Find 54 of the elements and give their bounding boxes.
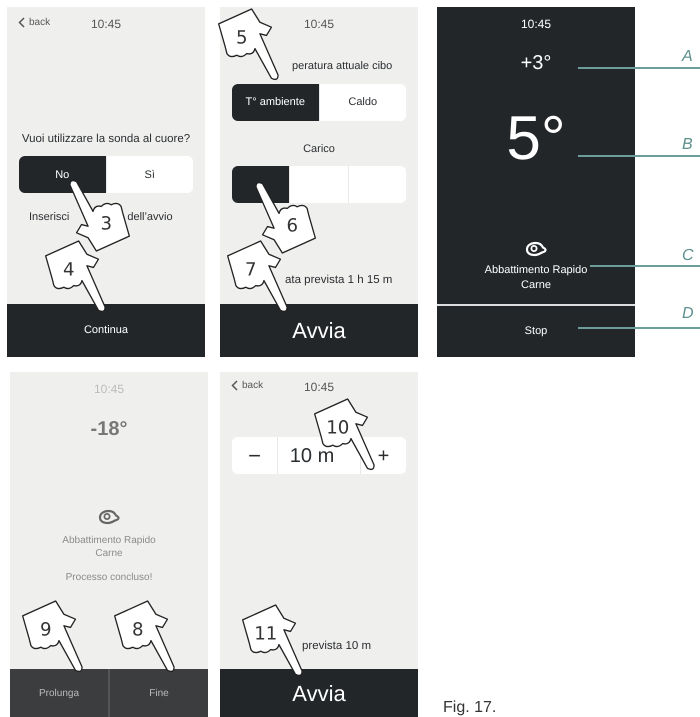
option-toggle[interactable]: No	[19, 156, 106, 194]
status-message: Processo concluso!	[64, 571, 154, 585]
start-button[interactable]: Avvia	[220, 304, 418, 357]
chamber-temperature: +3°	[520, 53, 552, 73]
load-segment[interactable]	[232, 166, 290, 203]
pointing-hand-icon	[242, 604, 303, 676]
pointing-hand-icon	[218, 8, 279, 80]
figure-caption: Fig. 17.	[443, 699, 496, 717]
probe-temperature: 5°	[505, 108, 567, 170]
callout-letter: B	[682, 135, 693, 155]
duration-value: 10 m	[290, 444, 334, 468]
hint-text: dell’avvio	[127, 210, 173, 226]
pointing-hand-icon	[45, 240, 106, 312]
back-button[interactable]: back	[231, 378, 264, 393]
back-button[interactable]: back	[18, 15, 50, 30]
clock-time: 10:45	[304, 379, 334, 396]
clock-time: 10:45	[90, 16, 122, 33]
start-button[interactable]: Avvia	[220, 669, 418, 717]
estimated-time: prevista 10 m	[301, 638, 372, 654]
step-number: 6	[286, 216, 298, 237]
section-label: peratura attuale cibo	[291, 59, 394, 74]
continue-button[interactable]: Continua	[7, 304, 205, 357]
action-button[interactable]: Prolunga	[10, 669, 108, 717]
callout-letter: D	[682, 304, 694, 324]
step-number: 5	[236, 28, 248, 49]
callout-letter: A	[682, 47, 693, 67]
steak-icon	[98, 509, 120, 525]
step-number: 8	[132, 620, 144, 641]
callout-letter: C	[682, 246, 694, 266]
step-number: 9	[40, 620, 52, 641]
step-number: 7	[244, 260, 257, 281]
program-name: Abbattimento Rapido Carne	[61, 535, 157, 560]
step-number: 3	[100, 214, 112, 235]
pointing-hand-icon	[22, 600, 83, 672]
pointing-hand-icon	[114, 600, 175, 672]
estimated-time: ata prevista 1 h 15 m	[284, 272, 394, 288]
section-label: Carico	[302, 142, 336, 156]
step-number: 10	[326, 418, 350, 439]
clock-time: 10:45	[520, 16, 552, 33]
program-name: Abbattimento Rapido Carne	[484, 263, 588, 292]
option-toggle[interactable]: Sì	[106, 156, 193, 194]
pointing-hand-icon	[255, 182, 316, 254]
temperature-toggle[interactable]: Caldo	[318, 84, 406, 120]
temperature-toggle[interactable]: T° ambiente	[232, 84, 318, 120]
step-number: 4	[62, 260, 75, 281]
action-button[interactable]: Fine	[108, 669, 208, 717]
steak-icon	[525, 241, 547, 258]
hint-text: Inserisci	[29, 210, 70, 226]
temperature-reading: -18°	[90, 417, 128, 442]
clock-time: 10:45	[304, 16, 334, 33]
chevron-left-icon	[18, 17, 25, 28]
chevron-left-icon	[231, 380, 238, 391]
step-number: 11	[254, 624, 278, 645]
question-text: Vuoi utilizzare la sonda al cuore?	[20, 132, 192, 147]
